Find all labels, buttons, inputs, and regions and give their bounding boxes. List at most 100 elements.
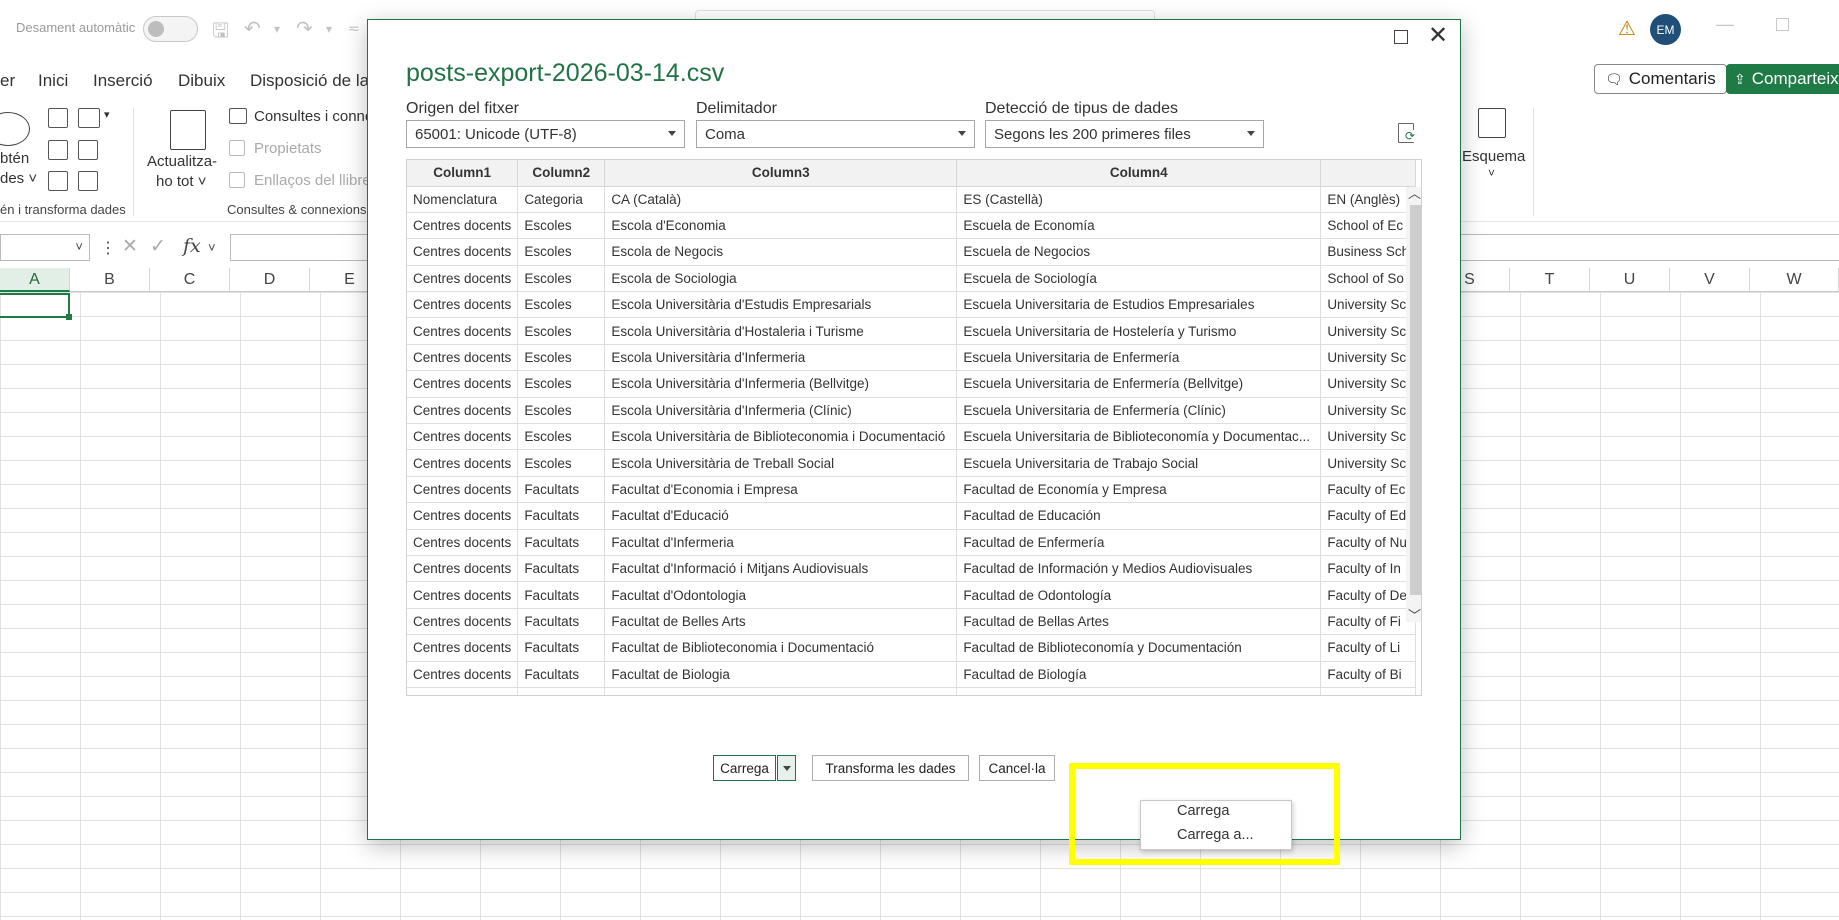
vertical-scrollbar[interactable]: ︿ ﹀	[1406, 186, 1421, 624]
preview-row: Centres docents Facultats Facultat d'Educa…	[407, 502, 1417, 530]
insert-function-icon[interactable]: fx	[183, 235, 201, 257]
preview-cell: Facultat de Ciències de la Terra	[604, 687, 958, 695]
warning-icon[interactable]: ⚠	[1618, 16, 1636, 41]
outline-dropdown-icon[interactable]: ˅	[1488, 166, 1495, 180]
vertical-scroll-thumb[interactable]	[1410, 205, 1421, 595]
formula-options-icon[interactable]: ⋮	[100, 238, 116, 258]
undo-dropdown-icon[interactable]: ▾	[274, 22, 280, 36]
column-header[interactable]: W	[1750, 268, 1839, 292]
chevron-down-icon	[782, 765, 791, 771]
file-origin-value: 65001: Unicode (UTF-8)	[415, 126, 577, 143]
confirm-entry-icon[interactable]: ✓	[150, 235, 166, 258]
preview-cell: Facultad de Bellas Artes	[956, 608, 1322, 636]
preview-cell: Facultad de Odontología	[956, 581, 1322, 609]
cancel-button[interactable]: Cancel·la	[979, 755, 1055, 781]
name-box-dropdown-icon[interactable]: ˅	[75, 239, 83, 254]
preview-cell: Facultad de Ciencias de la Tierra	[956, 687, 1322, 695]
redo-icon[interactable]: ↷	[296, 16, 313, 41]
preview-cell: Facultat d'Economia i Empresa	[604, 476, 958, 504]
name-box[interactable]: ˅	[0, 234, 90, 261]
edit-links-icon	[229, 172, 245, 188]
preview-cell: Facultad de Educación	[956, 502, 1322, 530]
column-header[interactable]: U	[1590, 268, 1670, 292]
preview-cell: Faculty of Nu	[1320, 529, 1417, 556]
existing-connections-icon[interactable]	[48, 171, 68, 191]
data-type-detection-select[interactable]: Segons les 200 primeres files	[985, 120, 1264, 148]
queries-connections-icon[interactable]	[229, 108, 247, 124]
preview-cell: Centres docents	[407, 212, 519, 240]
refresh-preview-icon[interactable]	[1398, 123, 1416, 143]
comment-icon: 🗨	[1605, 70, 1623, 87]
preview-cell: Escuela Universitaria de Biblioteconomía…	[956, 423, 1322, 451]
tab-file[interactable]: er	[0, 71, 15, 91]
scroll-up-icon[interactable]: ︿	[1408, 183, 1421, 202]
preview-cell: Escoles	[517, 265, 606, 293]
column-header[interactable]: A	[0, 268, 70, 292]
refresh-all-label-1[interactable]: Actualitza-	[147, 153, 217, 170]
preview-cell: Centres docents	[407, 529, 519, 556]
selected-cell[interactable]	[0, 293, 72, 320]
cancel-entry-icon[interactable]: ✕	[122, 235, 138, 258]
preview-row: Centres docents Escoles Escola Universitàr…	[407, 449, 1417, 477]
preview-cell: Escoles	[517, 370, 606, 398]
preview-cell: Escola d'Economia	[604, 212, 958, 240]
autosave-toggle[interactable]	[143, 16, 198, 42]
column-header[interactable]: B	[70, 268, 150, 292]
column-header: Column1	[407, 160, 519, 187]
preview-cell: Escuela Universitaria de Enfermería (Clí…	[956, 397, 1322, 425]
undo-icon[interactable]: ↶	[244, 16, 261, 41]
maximize-icon[interactable]	[1394, 30, 1408, 44]
scroll-down-icon[interactable]: ﹀	[1408, 605, 1421, 624]
share-button[interactable]: ⇪ Comparteix	[1726, 64, 1839, 94]
preview-row: Centres docents Facultats Facultat d'Infer…	[407, 529, 1417, 556]
preview-cell: Centres docents	[407, 449, 519, 477]
from-web-dropdown-icon[interactable]: ▾	[104, 108, 110, 121]
column-header[interactable]: D	[230, 268, 310, 292]
customize-toolbar-icon[interactable]: ≂	[348, 20, 360, 37]
delimiter-select[interactable]: Coma	[696, 120, 975, 148]
chevron-down-icon	[668, 131, 676, 136]
outline-icon[interactable]	[1478, 108, 1506, 138]
column-header[interactable]: V	[1670, 268, 1750, 292]
preview-cell: Facultat d'Educació	[604, 502, 958, 530]
tab-home[interactable]: Inici	[38, 71, 68, 91]
ribbon-separator	[1533, 108, 1534, 216]
minimize-icon[interactable]: —	[1716, 14, 1734, 35]
column-header[interactable]: C	[150, 268, 230, 292]
column-header[interactable]: T	[1510, 268, 1590, 292]
file-origin-select[interactable]: 65001: Unicode (UTF-8)	[406, 120, 685, 148]
tab-draw[interactable]: Dibuix	[178, 71, 225, 91]
refresh-all-icon[interactable]	[170, 110, 206, 150]
tab-insert[interactable]: Inserció	[93, 71, 153, 91]
redo-dropdown-icon[interactable]: ▾	[326, 22, 332, 36]
load-options-button[interactable]	[777, 755, 796, 781]
edit-links-label: Enllaços del llibre	[254, 172, 371, 189]
preview-cell: Centres docents	[407, 397, 519, 425]
refresh-all-label-2[interactable]: ho tot ˅	[156, 173, 206, 190]
preview-cell: EN (Anglès)	[1320, 186, 1417, 213]
from-file-icon[interactable]	[78, 171, 98, 191]
preview-cell: Centres docents	[407, 317, 519, 345]
csv-import-dialog: ✕ posts-export-2026-03-14.csv Origen del…	[367, 19, 1461, 840]
transform-data-button[interactable]: Transforma les dades	[812, 755, 969, 781]
get-data-label-1[interactable]: btén	[0, 150, 29, 167]
preview-row: Centres docents Facultats Facultat de Bell…	[407, 608, 1417, 636]
from-text-icon[interactable]	[48, 108, 68, 128]
tab-page-layout[interactable]: Disposició de la	[250, 71, 369, 91]
get-data-label-2[interactable]: des ˅	[0, 170, 37, 187]
from-web-icon[interactable]	[78, 108, 100, 128]
restore-icon[interactable]	[1776, 18, 1789, 31]
close-icon[interactable]: ✕	[1428, 24, 1448, 48]
outline-label[interactable]: Esquema	[1462, 148, 1525, 165]
preview-cell: Escola Universitària d'Infermeria (Clíni…	[604, 397, 958, 425]
load-button[interactable]: Carrega	[713, 755, 776, 781]
queries-connections-label[interactable]: Consultes i conne	[254, 108, 373, 125]
highlight-box	[1069, 763, 1340, 865]
from-table-icon[interactable]	[48, 140, 68, 160]
dialog-title: posts-export-2026-03-14.csv	[406, 59, 725, 87]
recent-sources-icon[interactable]	[78, 140, 98, 160]
formula-expand-icon[interactable]: ˅	[208, 240, 216, 255]
comments-button[interactable]: 🗨 Comentaris	[1594, 64, 1727, 94]
avatar[interactable]: EM	[1650, 14, 1681, 45]
save-icon[interactable]: 🖫	[212, 16, 229, 50]
